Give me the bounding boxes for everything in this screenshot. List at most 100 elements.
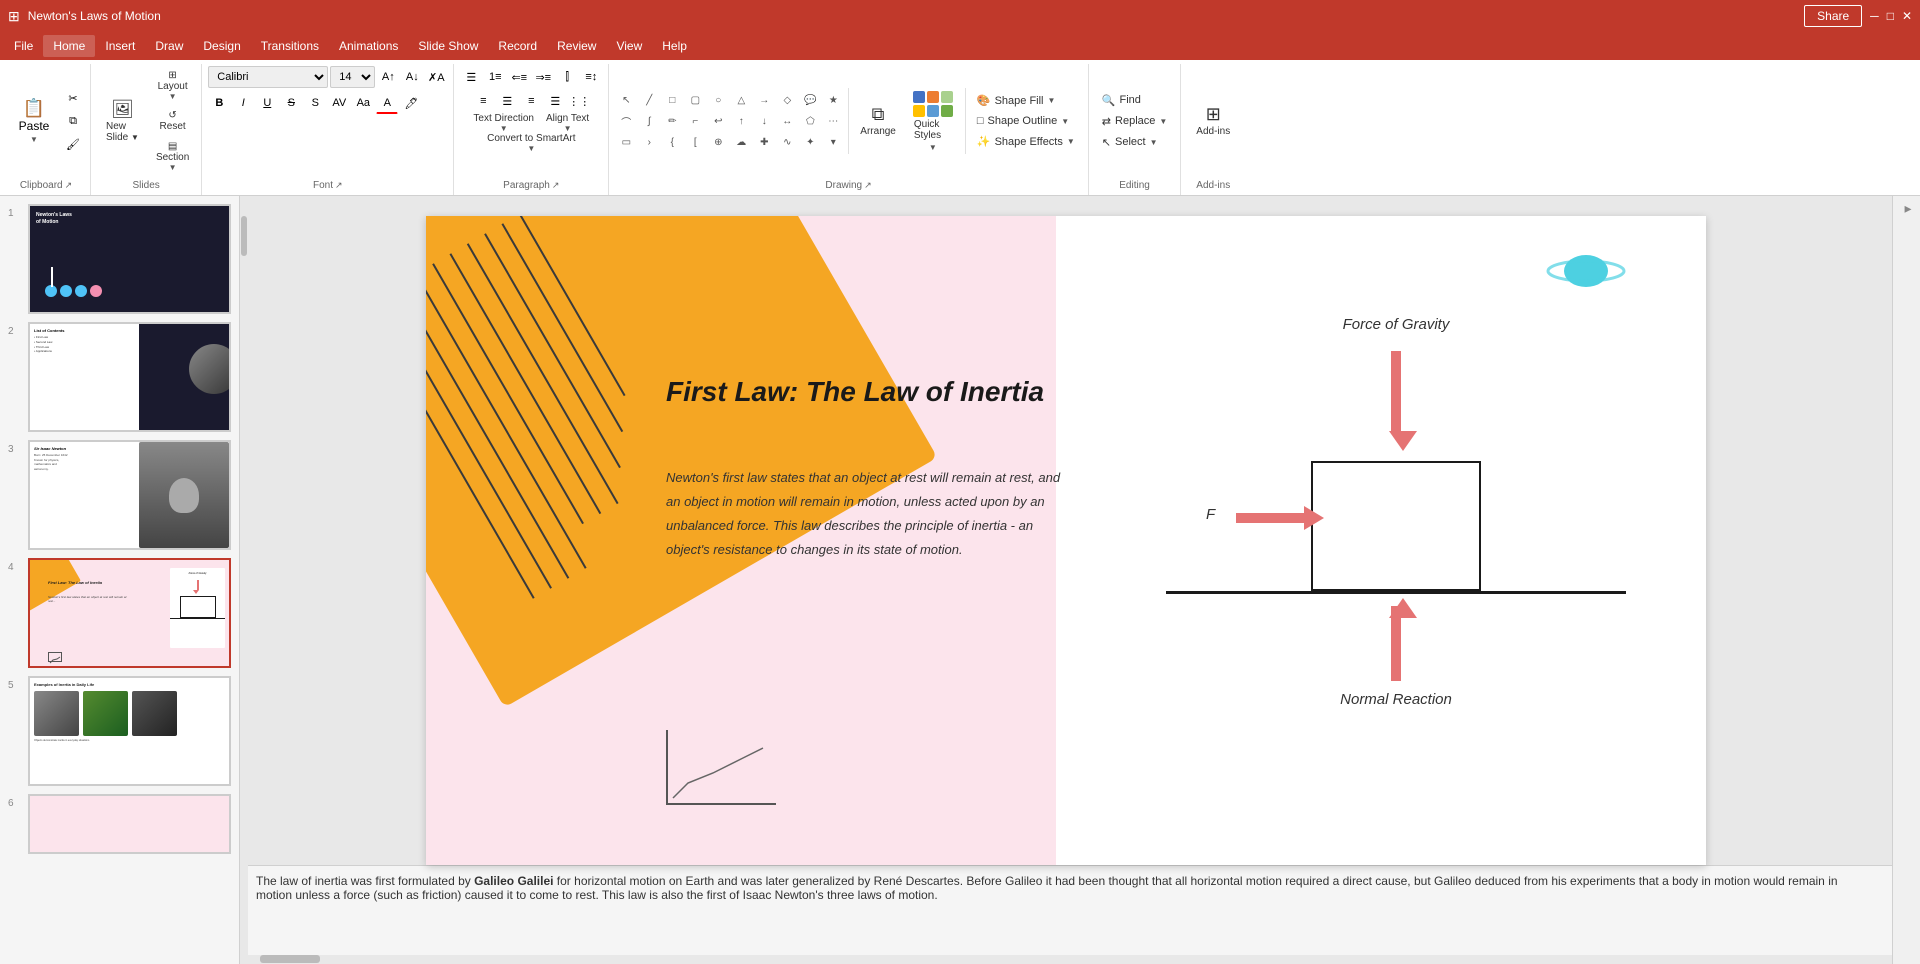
menu-design[interactable]: Design	[193, 35, 250, 57]
bold-button[interactable]: B	[208, 92, 230, 114]
scrollbar-thumb-h[interactable]	[260, 955, 320, 963]
menu-home[interactable]: Home	[43, 35, 95, 57]
menu-animations[interactable]: Animations	[329, 35, 408, 57]
minimize-icon[interactable]: ─	[1870, 9, 1879, 23]
justify-button[interactable]: ☰	[544, 90, 566, 112]
drawing-expand-icon[interactable]: ↗	[864, 180, 872, 191]
paste-button[interactable]: 📋 Paste ▼	[8, 88, 60, 154]
slide-thumb-2[interactable]: List of Contents • First Law• Second Law…	[28, 322, 231, 432]
bracket-tool[interactable]: [	[684, 132, 706, 152]
text-direction-button[interactable]: Text Direction ▼	[468, 114, 539, 132]
slide-item-6[interactable]: 6	[8, 794, 231, 854]
slide-item-1[interactable]: 1 Newton's Lawsof Motion	[8, 204, 231, 314]
more-shapes-button[interactable]: ⋯	[822, 111, 844, 131]
pentagon-tool[interactable]: ⬠	[799, 111, 821, 131]
strikethrough-button[interactable]: S	[280, 92, 302, 114]
wavy-tool[interactable]: ∿	[776, 132, 798, 152]
bullet-list-button[interactable]: ☰	[460, 66, 482, 88]
clear-format-button[interactable]: ✗A	[425, 66, 447, 88]
slide-thumb-3[interactable]: Sir Isaac Newton Born: 25 December 1642 …	[28, 440, 231, 550]
menu-insert[interactable]: Insert	[95, 35, 145, 57]
rect-tool[interactable]: □	[661, 90, 683, 110]
arc-tool[interactable]: ⌒	[615, 111, 637, 131]
char-spacing-button[interactable]: AV	[328, 92, 350, 114]
menu-slideshow[interactable]: Slide Show	[408, 35, 488, 57]
align-text-button[interactable]: Align Text ▼	[541, 114, 594, 132]
italic-button[interactable]: I	[232, 92, 254, 114]
format-painter-button[interactable]: 🖌	[62, 133, 84, 155]
align-left-button[interactable]: ≡	[472, 90, 494, 112]
vertical-scrollbar[interactable]	[240, 196, 248, 964]
menu-help[interactable]: Help	[652, 35, 697, 57]
menu-record[interactable]: Record	[488, 35, 547, 57]
font-color-button[interactable]: A	[376, 92, 398, 114]
down-arrow-tool[interactable]: ↓	[753, 111, 775, 131]
line-spacing-button[interactable]: ≡↕	[580, 66, 602, 88]
paragraph-expand-icon[interactable]: ↗	[552, 180, 560, 191]
process-tool[interactable]: ▭	[615, 132, 637, 152]
align-center-button[interactable]: ☰	[496, 90, 518, 112]
round-rect-tool[interactable]: ▢	[684, 90, 706, 110]
oval-tool[interactable]: ○	[707, 90, 729, 110]
smart-art-button[interactable]: ⋮⋮	[568, 90, 590, 112]
shape-effects-button[interactable]: ✨ Shape Effects ▼	[970, 132, 1082, 151]
font-family-select[interactable]: Calibri	[208, 66, 328, 88]
maximize-icon[interactable]: □	[1887, 9, 1894, 23]
slide-item-4[interactable]: 4 First Law: The Law of Inertia Newton's…	[8, 558, 231, 668]
columns-button[interactable]: ⫿	[556, 66, 578, 88]
font-size-decrease-button[interactable]: A↓	[401, 66, 423, 88]
font-size-increase-button[interactable]: A↑	[377, 66, 399, 88]
replace-button[interactable]: ⇄ Replace ▼	[1095, 112, 1175, 131]
cut-button[interactable]: ✂	[62, 87, 84, 109]
select-button[interactable]: ↖ Select ▼	[1095, 133, 1175, 152]
cross-tool[interactable]: ✚	[753, 132, 775, 152]
chevron-tool[interactable]: ›	[638, 132, 660, 152]
underline-button[interactable]: U	[256, 92, 278, 114]
line-tool[interactable]: ╱	[638, 90, 660, 110]
connector-tool[interactable]: ⌐	[684, 111, 706, 131]
menu-transitions[interactable]: Transitions	[251, 35, 329, 57]
font-size-select[interactable]: 14	[330, 66, 375, 88]
slide-item-2[interactable]: 2 List of Contents • First Law• Second L…	[8, 322, 231, 432]
reset-button[interactable]: ↺ Reset	[150, 106, 195, 136]
shape-fill-button[interactable]: 🎨 Shape Fill ▼	[970, 91, 1082, 110]
collapse-panel-indicator[interactable]: ◀	[1898, 200, 1916, 218]
highlight-button[interactable]: 🖊	[400, 92, 422, 114]
explosion-tool[interactable]: ✦	[799, 132, 821, 152]
bent-arrow-tool[interactable]: ↩	[707, 111, 729, 131]
close-icon[interactable]: ✕	[1902, 9, 1912, 23]
cloud-tool[interactable]: ☁	[730, 132, 752, 152]
horizontal-scrollbar[interactable]	[240, 955, 1892, 964]
layout-button[interactable]: ⊞ Layout ▼	[150, 66, 195, 105]
scrollbar-thumb-v[interactable]	[241, 216, 247, 256]
clipboard-expand-icon[interactable]: ↗	[65, 180, 73, 191]
add-ins-button[interactable]: ⊞ Add-ins	[1187, 88, 1239, 154]
arrange-button[interactable]: ⧉ Arrange	[853, 88, 903, 154]
diamond-tool[interactable]: ◇	[776, 90, 798, 110]
callout-tool[interactable]: 💬	[799, 90, 821, 110]
merge-tool[interactable]: ⊕	[707, 132, 729, 152]
shapes-expand-button[interactable]: ▾	[822, 132, 844, 152]
menu-draw[interactable]: Draw	[145, 35, 193, 57]
menu-review[interactable]: Review	[547, 35, 606, 57]
decrease-indent-button[interactable]: ⇐≡	[508, 66, 530, 88]
section-button[interactable]: ▤ Section ▼	[150, 137, 195, 176]
font-expand-icon[interactable]: ↗	[335, 180, 343, 191]
copy-button[interactable]: ⧉	[62, 110, 84, 132]
shadow-button[interactable]: S	[304, 92, 326, 114]
select-shape-tool[interactable]: ↖	[615, 90, 637, 110]
convert-smartart-button[interactable]: Convert to SmartArt ▼	[482, 134, 580, 152]
slide-thumb-6[interactable]	[28, 794, 231, 854]
font-case-button[interactable]: Aa	[352, 92, 374, 114]
left-right-arrow-tool[interactable]: ↔	[776, 111, 798, 131]
triangle-tool[interactable]: △	[730, 90, 752, 110]
freeform-tool[interactable]: ✏	[661, 111, 683, 131]
brace-tool[interactable]: {	[661, 132, 683, 152]
up-arrow-tool[interactable]: ↑	[730, 111, 752, 131]
share-button[interactable]: Share	[1804, 5, 1862, 27]
slide-item-3[interactable]: 3 Sir Isaac Newton Born: 25 December 164…	[8, 440, 231, 550]
menu-view[interactable]: View	[606, 35, 652, 57]
slide-item-5[interactable]: 5 Examples of Inertia in Daily Life	[8, 676, 231, 786]
slide-thumb-5[interactable]: Examples of Inertia in Daily Life Object…	[28, 676, 231, 786]
star-tool[interactable]: ★	[822, 90, 844, 110]
